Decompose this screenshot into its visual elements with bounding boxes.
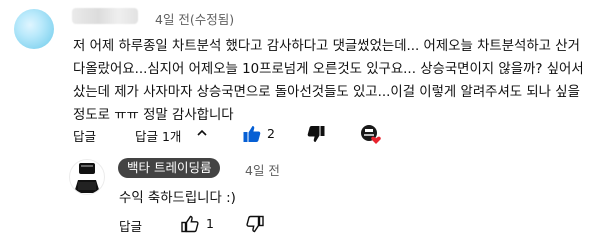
comment-line: 정도로 ㅠㅠ 정말 감사합니다 — [73, 108, 234, 123]
comment-line: 저 어제 하루종일 차트분석 했다고 감사하다고 댓글썼었는데... 어제오늘 … — [73, 39, 580, 54]
thumb-down-outline-icon[interactable] — [245, 214, 265, 238]
replies-toggle-button[interactable]: 답글 1개 — [135, 126, 181, 145]
comment-line: 다올랐어요...심지어 어제오늘 10프로넘게 오른것도 있구요... 상승국면… — [73, 62, 584, 77]
reply-timestamp[interactable]: 4일 전 — [245, 160, 280, 179]
reply-body: 수익 축하드립니다 :) — [119, 191, 236, 206]
chevron-up-icon[interactable] — [195, 126, 209, 143]
comment-line: 샀는데 제가 사자마자 상승국면으로 돌아선것들도 있고...이걸 이렇게 알려… — [73, 85, 580, 100]
thumb-down-icon[interactable] — [306, 124, 326, 148]
comment-timestamp[interactable]: 4일 전(수정됨) — [155, 9, 234, 28]
comment-body: 저 어제 하루종일 차트분석 했다고 감사하다고 댓글썼었는데... 어제오늘 … — [73, 35, 588, 127]
creator-heart-icon[interactable] — [359, 123, 383, 147]
commenter-name-blurred[interactable] — [72, 8, 138, 24]
thumb-up-outline-icon[interactable] — [180, 214, 200, 238]
like-count: 2 — [267, 126, 275, 141]
commenter-avatar[interactable] — [14, 9, 54, 49]
channel-name-badge[interactable]: 백타 트레이딩룸 — [118, 158, 221, 178]
reply-button[interactable]: 답글 — [119, 216, 142, 235]
thumb-up-icon[interactable] — [242, 124, 262, 148]
reply-button[interactable]: 답글 — [73, 126, 96, 145]
reply-like-count: 1 — [206, 216, 214, 231]
channel-avatar[interactable] — [69, 159, 105, 195]
